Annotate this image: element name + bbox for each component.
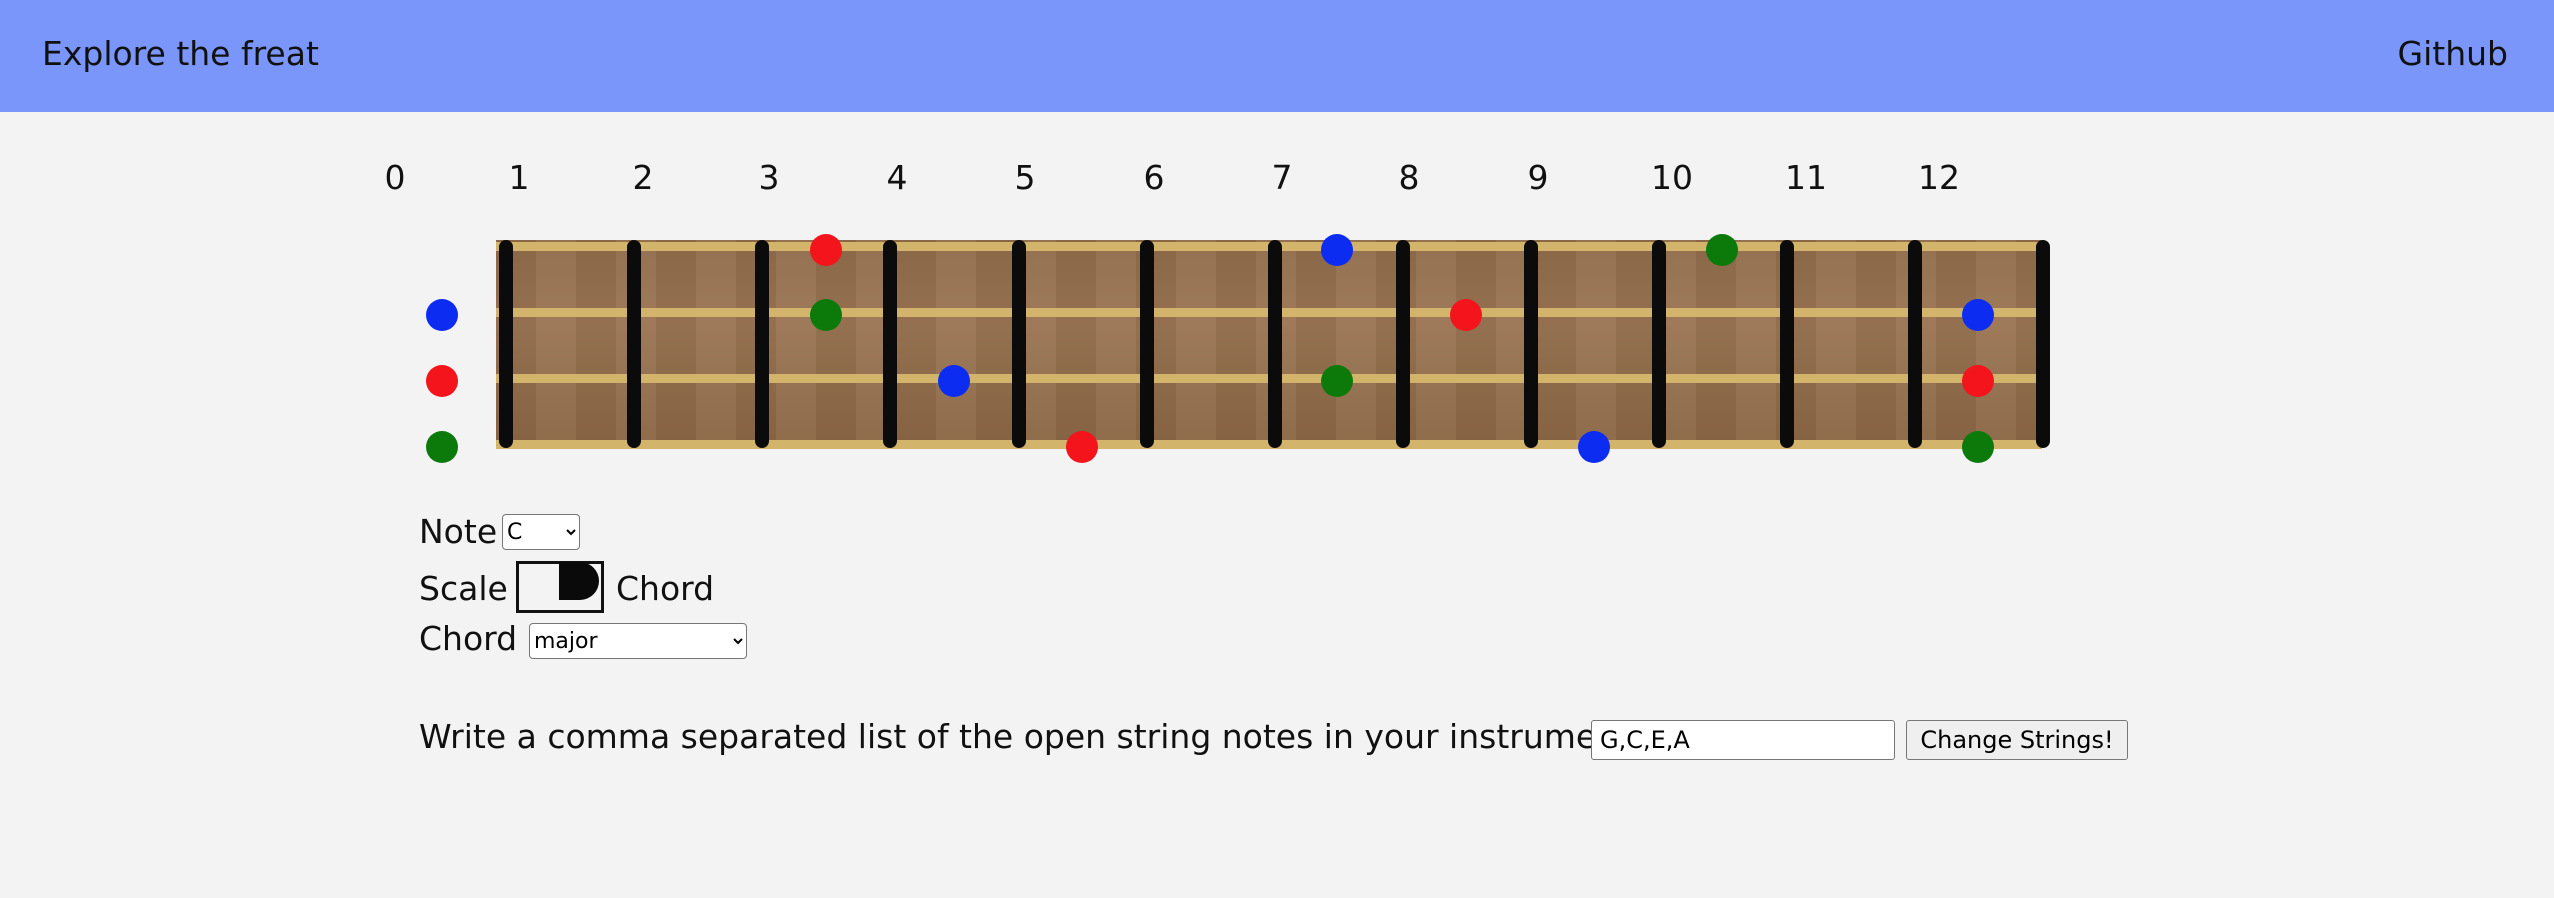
fret-number-5: 5 [1014, 158, 1036, 197]
note-dot-fifth [426, 431, 458, 463]
fret-line [1396, 240, 1410, 448]
chord-label: Chord [419, 619, 518, 658]
fret-number-10: 10 [1651, 158, 1693, 197]
fret-number-8: 8 [1398, 158, 1420, 197]
change-strings-button[interactable]: Change Strings! [1906, 720, 2128, 760]
fret-number-0: 0 [384, 158, 406, 197]
fret-line [1268, 240, 1282, 448]
note-dot-root [810, 234, 842, 266]
note-dot-third [938, 365, 970, 397]
fret-number-9: 9 [1527, 158, 1549, 197]
fret-number-3: 3 [758, 158, 780, 197]
open-strings-input[interactable] [1591, 720, 1895, 760]
scale-label: Scale [419, 569, 508, 608]
note-dot-third [1321, 234, 1353, 266]
note-dot-third [1578, 431, 1610, 463]
fret-line [1652, 240, 1666, 448]
app-title[interactable]: Explore the freat [42, 34, 319, 73]
fret-line [627, 240, 641, 448]
fret-number-1: 1 [508, 158, 530, 197]
scale-chord-toggle[interactable] [516, 561, 604, 613]
fret-line [1012, 240, 1026, 448]
fret-number-12: 12 [1918, 158, 1960, 197]
fret-line [2036, 240, 2050, 448]
note-dot-fifth [810, 299, 842, 331]
chord-type-select[interactable]: major [529, 623, 747, 659]
header-bar: Explore the freat Github [0, 0, 2554, 112]
note-select[interactable]: C [502, 514, 580, 550]
note-dot-root [1962, 365, 1994, 397]
note-dot-root [426, 365, 458, 397]
note-dot-third [426, 299, 458, 331]
note-dot-fifth [1321, 365, 1353, 397]
note-label: Note [419, 512, 498, 551]
strings-prompt: Write a comma separated list of the open… [419, 717, 1631, 756]
fret-number-7: 7 [1271, 158, 1293, 197]
chord-toggle-label: Chord [616, 569, 715, 608]
fret-line [1140, 240, 1154, 448]
fret-number-2: 2 [632, 158, 654, 197]
github-link[interactable]: Github [2398, 34, 2508, 73]
fret-line [1524, 240, 1538, 448]
fret-line [883, 240, 897, 448]
note-dot-root [1450, 299, 1482, 331]
toggle-knob [559, 562, 599, 600]
fret-line [755, 240, 769, 448]
fret-number-6: 6 [1143, 158, 1165, 197]
fret-number-4: 4 [886, 158, 908, 197]
fret-number-11: 11 [1785, 158, 1827, 197]
note-dot-fifth [1706, 234, 1738, 266]
fret-line [1780, 240, 1794, 448]
note-dot-third [1962, 299, 1994, 331]
fret-line [1908, 240, 1922, 448]
note-dot-fifth [1962, 431, 1994, 463]
note-dot-root [1066, 431, 1098, 463]
fret-line [499, 240, 513, 448]
